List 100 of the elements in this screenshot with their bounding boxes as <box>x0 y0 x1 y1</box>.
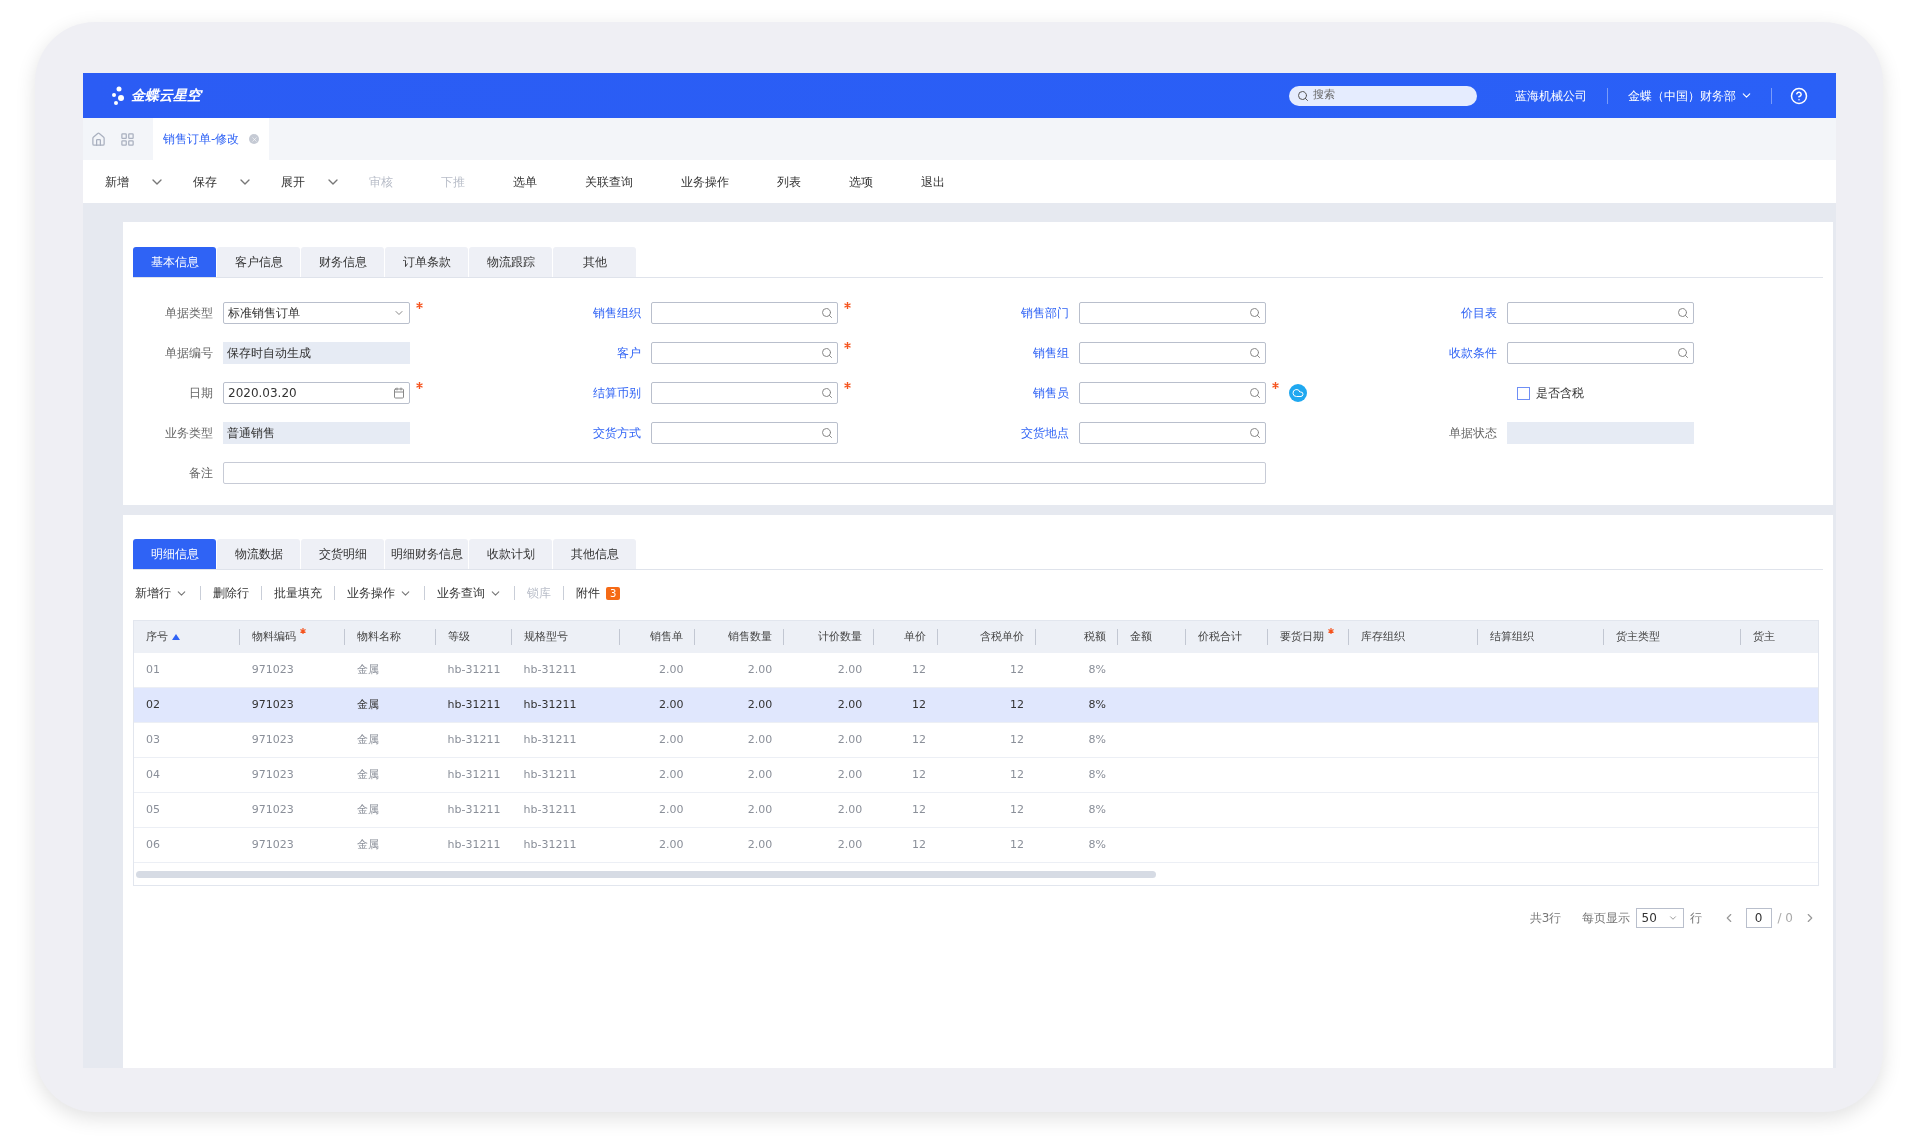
grid-toolbar-button[interactable]: 附件 <box>574 584 602 602</box>
page-tab[interactable]: 销售订单-修改 <box>153 118 270 160</box>
tab[interactable]: 交货明细 <box>301 539 384 569</box>
lookup-field[interactable] <box>1507 302 1694 324</box>
company-name[interactable]: 蓝海机械公司 <box>1515 86 1587 105</box>
toolbar-button[interactable]: 业务操作 <box>673 172 737 191</box>
column-header[interactable]: 等级 <box>447 628 470 646</box>
apps-icon[interactable] <box>120 131 135 147</box>
table-row[interactable]: 02 971023 金属 hb-31211 hb-31211 2.00 2.00 2.00 12 12 8% <box>134 688 1818 723</box>
tax-included-checkbox[interactable] <box>1517 386 1530 400</box>
table-cell-text: 2.00 <box>837 661 863 678</box>
field-label: 备注 <box>188 465 214 482</box>
search-field[interactable]: 搜索 <box>1289 85 1477 106</box>
toolbar-button[interactable]: 选项 <box>841 172 881 191</box>
lookup-field[interactable] <box>1079 422 1266 444</box>
search-icon <box>1249 427 1261 439</box>
date-field[interactable]: 2020.03.20 <box>223 382 410 404</box>
lookup-field[interactable] <box>1079 382 1266 404</box>
table-cell-text: 12 <box>912 836 927 853</box>
search-icon <box>821 307 833 319</box>
column-header[interactable]: 税额 <box>1083 628 1106 646</box>
column-header[interactable]: 结算组织 <box>1490 628 1535 646</box>
column-header[interactable]: 规格型号 <box>523 628 568 646</box>
close-icon[interactable] <box>249 134 260 144</box>
tab[interactable]: 物流数据 <box>217 539 300 569</box>
horizontal-scrollbar[interactable] <box>136 870 1156 878</box>
lookup-field[interactable] <box>1507 342 1694 364</box>
column-header[interactable]: 计价数量 <box>818 628 863 646</box>
page-number-field[interactable]: 0 <box>1745 908 1772 928</box>
column-header[interactable]: 物料名称 <box>356 628 401 646</box>
toolbar-button[interactable]: 新增 <box>97 172 137 191</box>
field-label[interactable]: 交货地点 <box>989 424 1079 442</box>
column-header[interactable]: 要货日期 <box>1279 628 1324 646</box>
lookup-field[interactable] <box>1079 342 1266 364</box>
tab[interactable]: 财务信息 <box>301 247 384 277</box>
column-header[interactable]: 货主类型 <box>1616 628 1661 646</box>
department-dropdown[interactable]: 金蝶（中国）财务部 <box>1628 86 1753 105</box>
page-size-select[interactable]: 50 <box>1635 908 1684 928</box>
tab[interactable]: 其他 <box>553 247 636 277</box>
tab[interactable]: 明细信息 <box>133 539 216 569</box>
tab[interactable]: 订单条款 <box>385 247 468 277</box>
table-cell-text: hb-31211 <box>523 661 577 678</box>
lookup-field[interactable] <box>651 382 838 404</box>
cloud-icon[interactable] <box>1289 384 1307 402</box>
sort-ascending-icon[interactable] <box>172 634 180 640</box>
toolbar-button[interactable]: 关联查询 <box>577 172 641 191</box>
home-icon[interactable] <box>91 131 106 147</box>
table-cell-text: hb-31211 <box>447 731 501 748</box>
table-cell-text: hb-31211 <box>523 696 577 713</box>
grid-toolbar-button[interactable]: 业务操作 <box>345 584 414 602</box>
grid-toolbar-button[interactable]: 删除行 <box>211 584 251 602</box>
tab[interactable]: 收款计划 <box>469 539 552 569</box>
tab[interactable]: 物流跟踪 <box>469 247 552 277</box>
toolbar-button[interactable]: 保存 <box>185 172 225 191</box>
lookup-field[interactable] <box>651 302 838 324</box>
grid-toolbar-button[interactable]: 新增行 <box>133 584 190 602</box>
toolbar-button[interactable]: 列表 <box>769 172 809 191</box>
field-label[interactable]: 销售员 <box>989 384 1079 402</box>
select-field[interactable]: 标准销售订单 <box>223 302 410 324</box>
field-label: 业务类型 <box>164 425 214 442</box>
table-cell-text: 2.00 <box>837 836 863 853</box>
column-header[interactable]: 单价 <box>904 628 927 646</box>
field-label[interactable]: 销售部门 <box>989 304 1079 322</box>
app-logo: 金蝶云星空 <box>131 86 201 105</box>
grid-toolbar-button[interactable]: 批量填充 <box>272 584 324 602</box>
tab[interactable]: 其他信息 <box>553 539 636 569</box>
search-icon <box>821 427 833 439</box>
table-cell-text: 2.00 <box>747 661 773 678</box>
column-header[interactable]: 金额 <box>1129 628 1152 646</box>
column-header[interactable]: 物料编码 <box>251 628 296 646</box>
table-cell-text: 05 <box>146 801 160 818</box>
table-cell-text: 971023 <box>251 766 294 783</box>
field-label[interactable]: 收款条件 <box>1417 344 1507 362</box>
lookup-field[interactable] <box>651 342 838 364</box>
field-label[interactable]: 销售组 <box>989 344 1079 362</box>
field-label[interactable]: 销售组织 <box>561 304 651 322</box>
help-icon[interactable] <box>1790 86 1808 105</box>
lookup-field[interactable] <box>1079 302 1266 324</box>
toolbar-button[interactable]: 展开 <box>273 172 313 191</box>
lookup-field[interactable] <box>651 422 838 444</box>
table-cell-text: 12 <box>1010 696 1024 713</box>
tab[interactable]: 基本信息 <box>133 247 216 277</box>
field-label[interactable]: 结算币别 <box>561 384 651 402</box>
remarks-field[interactable] <box>223 462 1266 484</box>
toolbar-button[interactable]: 选单 <box>505 172 545 191</box>
field-label[interactable]: 客户 <box>561 344 651 362</box>
column-header[interactable]: 销售单 <box>650 628 684 646</box>
column-header[interactable]: 库存组织 <box>1360 628 1405 646</box>
tab[interactable]: 客户信息 <box>217 247 300 277</box>
tab[interactable]: 明细财务信息 <box>385 539 468 569</box>
column-header[interactable]: 货主 <box>1753 628 1776 646</box>
column-header[interactable]: 序号 <box>146 628 168 646</box>
toolbar-button[interactable]: 退出 <box>913 172 953 191</box>
column-header[interactable]: 含税单价 <box>979 628 1024 646</box>
grid-toolbar-button[interactable]: 业务查询 <box>435 584 504 602</box>
column-header[interactable]: 价税合计 <box>1197 628 1242 646</box>
field-label[interactable]: 交货方式 <box>561 424 651 442</box>
table-cell-text: hb-31211 <box>447 696 501 713</box>
column-header[interactable]: 销售数量 <box>728 628 773 646</box>
field-label[interactable]: 价目表 <box>1417 304 1507 322</box>
